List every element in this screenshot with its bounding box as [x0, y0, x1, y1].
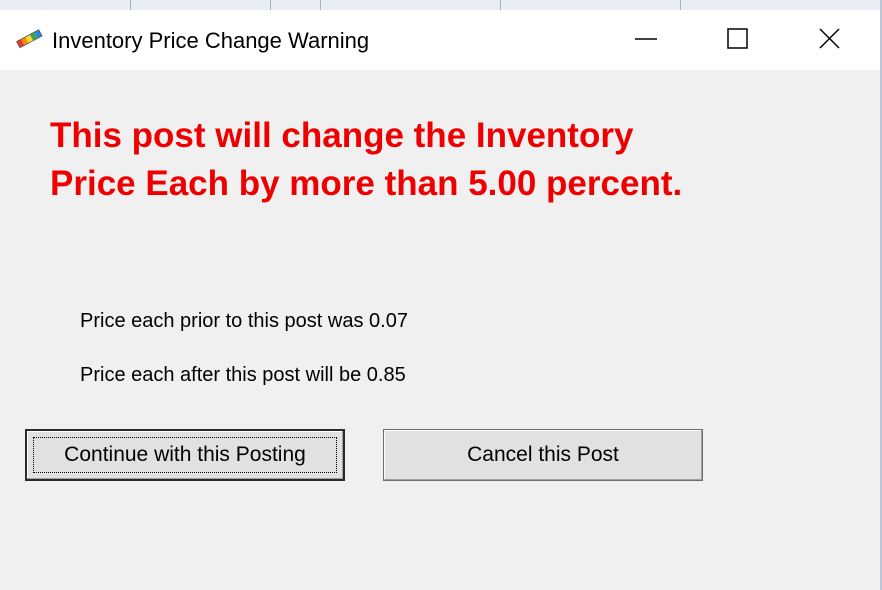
window-title: Inventory Price Change Warning	[52, 28, 370, 53]
background-app-strip	[0, 0, 882, 10]
close-icon	[819, 28, 840, 49]
prior-price-text: Price each prior to this post was 0.07	[80, 310, 408, 332]
title-bar[interactable]: Inventory Price Change Warning	[0, 10, 880, 70]
warning-dialog: Inventory Price Change Warning This post…	[0, 10, 880, 590]
maximize-button[interactable]	[692, 10, 784, 68]
maximize-icon	[727, 28, 748, 49]
minimize-button[interactable]	[600, 10, 692, 68]
close-button[interactable]	[784, 10, 876, 68]
continue-posting-label: Continue with this Posting	[64, 443, 306, 466]
continue-posting-button[interactable]: Continue with this Posting	[25, 429, 345, 481]
minimize-icon	[635, 38, 657, 40]
rainbow-app-icon	[14, 28, 46, 50]
warning-message: This post will change the Inventory Pric…	[50, 116, 683, 203]
after-price-text: Price each after this post will be 0.85	[80, 364, 406, 386]
cancel-post-button[interactable]: Cancel this Post	[383, 429, 703, 481]
cancel-post-label: Cancel this Post	[467, 443, 619, 466]
